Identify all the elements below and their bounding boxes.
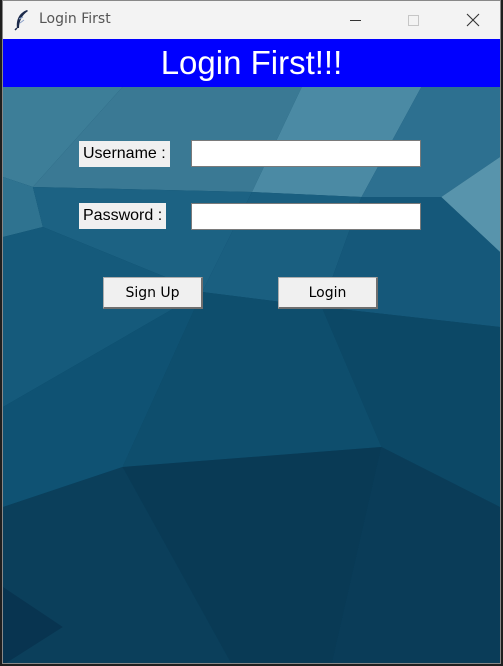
minimize-icon: [349, 19, 361, 21]
username-input[interactable]: [191, 140, 421, 167]
login-button[interactable]: Login: [278, 277, 378, 309]
password-label: Password :: [79, 203, 167, 229]
close-button[interactable]: [444, 1, 500, 39]
sign-up-button[interactable]: Sign Up: [103, 277, 203, 309]
maximize-icon: [407, 14, 419, 26]
feather-icon: [14, 10, 28, 31]
close-icon: [466, 13, 480, 27]
minimize-button[interactable]: [326, 1, 384, 39]
title-bar[interactable]: Login First: [3, 1, 500, 40]
page-header: Login First!!!: [3, 39, 500, 87]
window-title: Login First: [39, 11, 111, 27]
polygon-background: [3, 87, 500, 663]
maximize-button[interactable]: [384, 1, 442, 39]
username-label: Username :: [79, 141, 170, 167]
password-input[interactable]: [191, 203, 421, 230]
app-window: Login First Login First!!! Username: Pa…: [2, 0, 501, 664]
